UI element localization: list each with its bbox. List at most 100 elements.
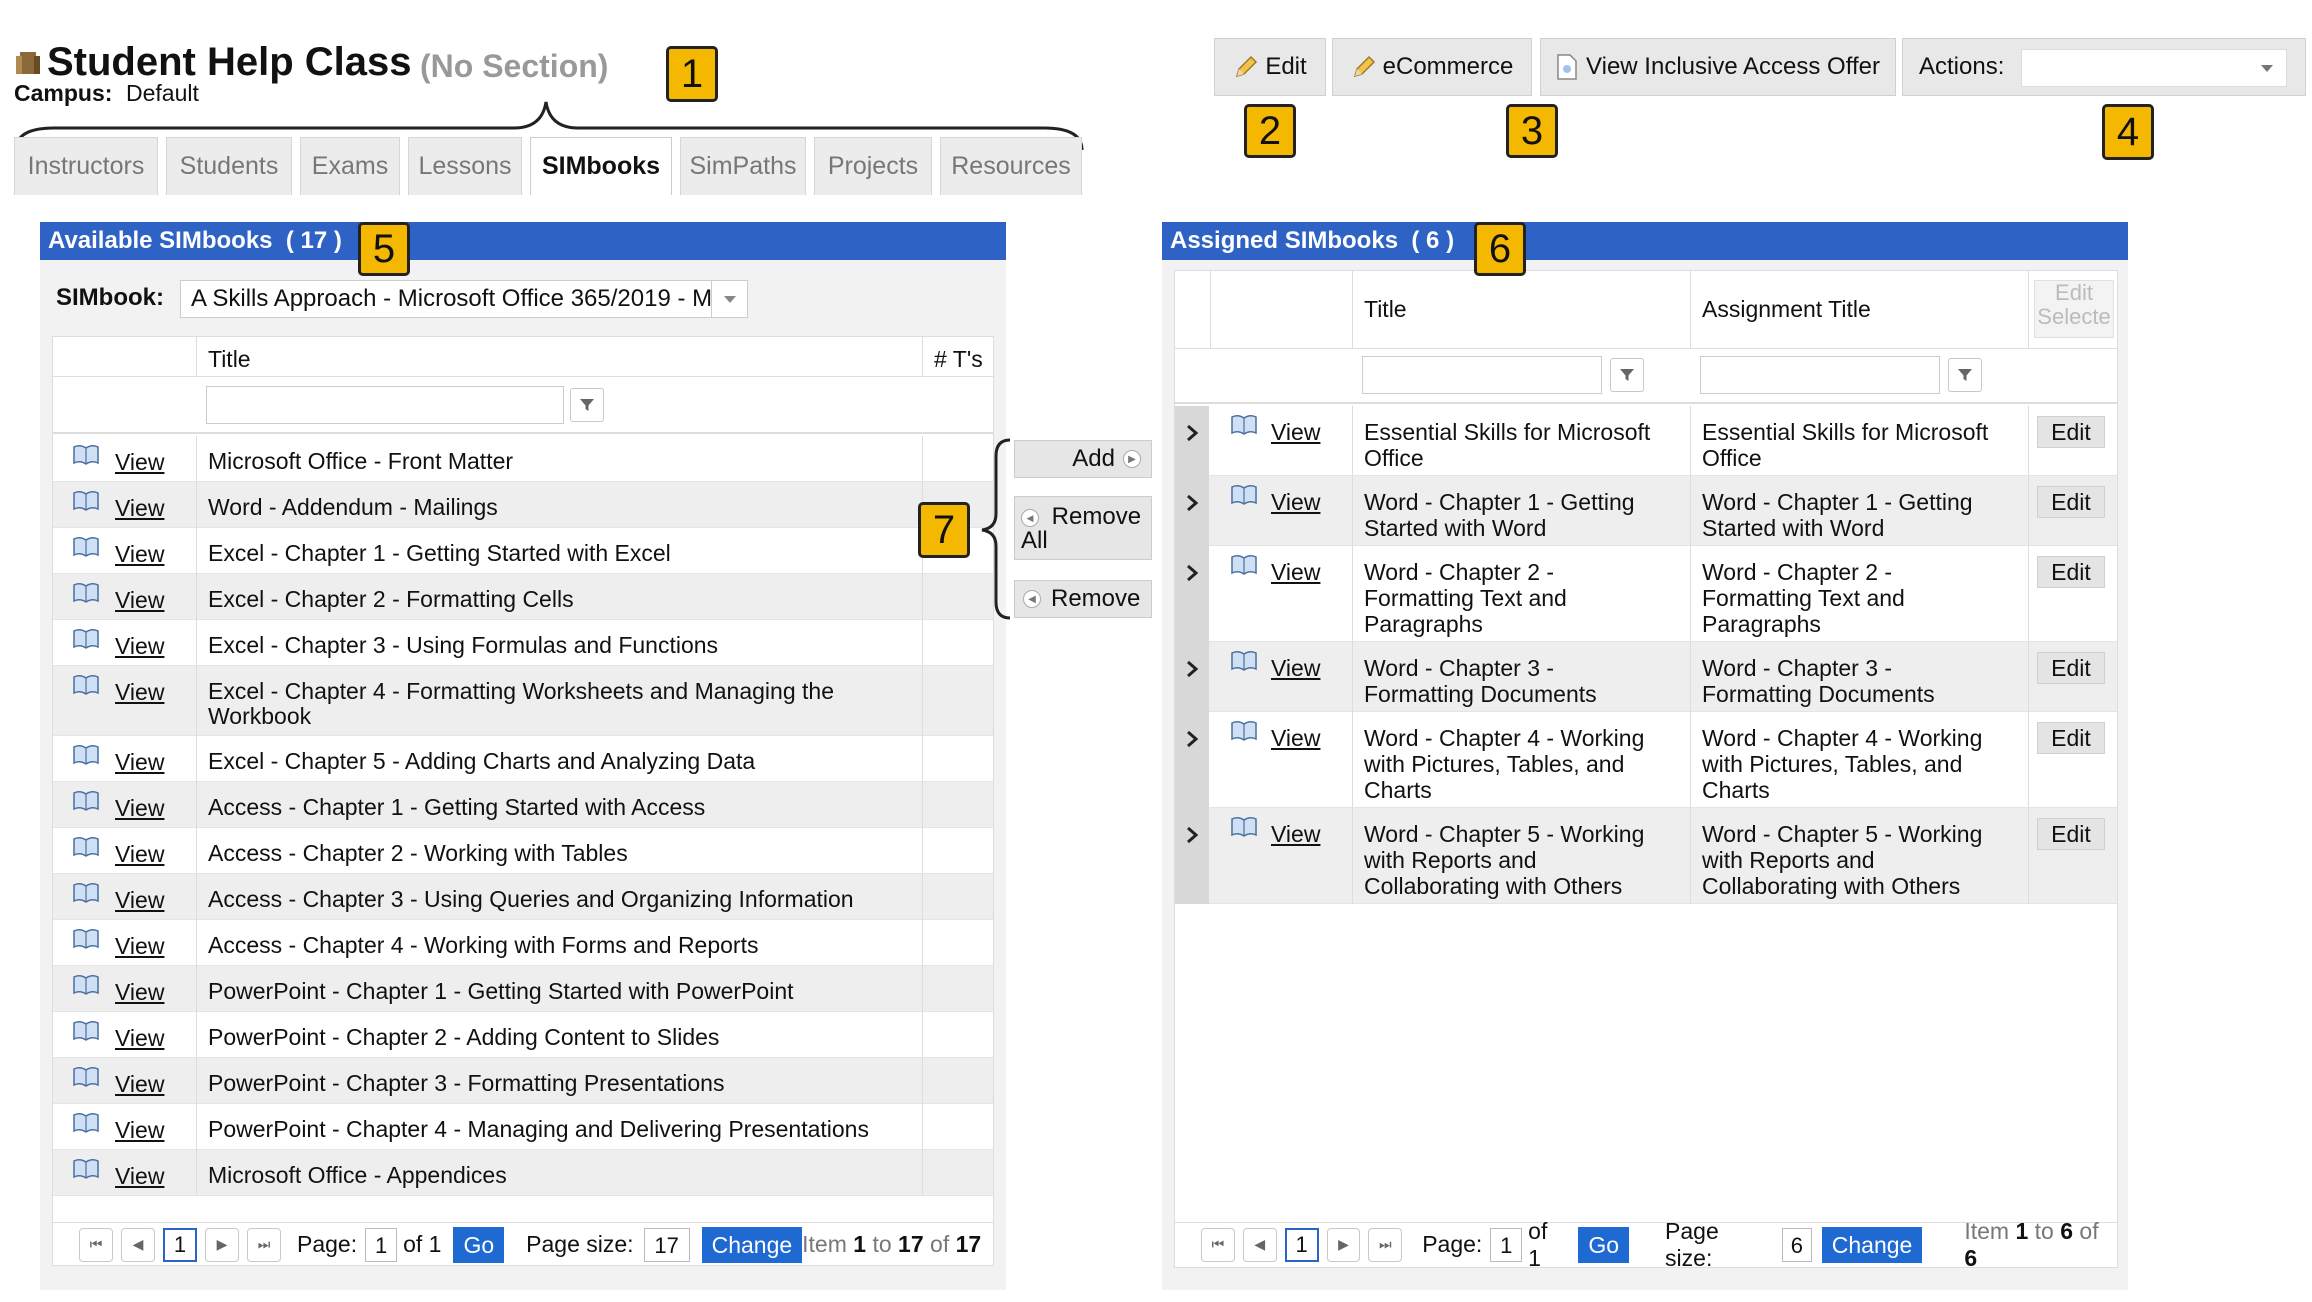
add-button[interactable]: Add ▶	[1014, 440, 1152, 478]
page-input[interactable]: 1	[365, 1227, 398, 1262]
page-number-current[interactable]: 1	[163, 1227, 197, 1262]
view-link[interactable]: View	[1271, 655, 1320, 682]
page-input[interactable]: 1	[1490, 1227, 1523, 1262]
table-row[interactable]: View Word - Chapter 1 - Getting Started wi…	[1175, 476, 2117, 546]
view-link[interactable]: View	[115, 495, 164, 522]
table-row[interactable]: View Essential Skills for Microsoft Office…	[1175, 406, 2117, 476]
edit-button[interactable]: Edit	[1214, 38, 1326, 96]
view-link[interactable]: View	[115, 587, 164, 614]
expand-row-button[interactable]	[1175, 712, 1209, 808]
expand-row-button[interactable]	[1175, 406, 1209, 476]
next-page-button[interactable]: ▶	[205, 1227, 239, 1262]
view-link[interactable]: View	[115, 541, 164, 568]
view-link[interactable]: View	[1271, 419, 1320, 446]
remove-all-button[interactable]: ◀ Remove All	[1014, 496, 1152, 560]
edit-row-button[interactable]: Edit	[2037, 818, 2105, 850]
edit-row-button[interactable]: Edit	[2037, 722, 2105, 754]
table-row[interactable]: View Microsoft Office - Appendices	[53, 1150, 993, 1196]
view-link[interactable]: View	[115, 1163, 164, 1190]
table-row[interactable]: View Access - Chapter 2 - Working with Ta…	[53, 828, 993, 874]
filter-icon[interactable]	[1948, 358, 1982, 392]
tab-students[interactable]: Students	[166, 137, 292, 195]
view-link[interactable]: View	[115, 1025, 164, 1052]
view-link[interactable]: View	[115, 1071, 164, 1098]
table-row[interactable]: View Excel - Chapter 4 - Formatting Works…	[53, 666, 993, 736]
view-link[interactable]: View	[115, 979, 164, 1006]
go-button[interactable]: Go	[453, 1226, 505, 1263]
page-number-current[interactable]: 1	[1284, 1227, 1319, 1262]
view-link[interactable]: View	[1271, 725, 1320, 752]
prev-page-button[interactable]: ◀	[121, 1227, 155, 1262]
table-row[interactable]: View Word - Chapter 4 - Working with Pictu…	[1175, 712, 2117, 808]
view-link[interactable]: View	[1271, 821, 1320, 848]
tab-projects[interactable]: Projects	[814, 137, 932, 195]
expand-row-button[interactable]	[1175, 642, 1209, 712]
filter-icon[interactable]	[570, 388, 604, 422]
table-row[interactable]: View Excel - Chapter 1 - Getting Started …	[53, 528, 993, 574]
last-page-button[interactable]: ⏭	[1368, 1227, 1403, 1262]
next-page-button[interactable]: ▶	[1326, 1227, 1361, 1262]
view-link[interactable]: View	[1271, 489, 1320, 516]
edit-row-button[interactable]: Edit	[2037, 556, 2105, 588]
remove-button[interactable]: ◀ Remove	[1014, 580, 1152, 618]
change-button[interactable]: Change	[1821, 1226, 1923, 1263]
tab-lessons[interactable]: Lessons	[408, 137, 522, 195]
table-row[interactable]: View Access - Chapter 1 - Getting Started…	[53, 782, 993, 828]
view-inclusive-access-offer-button[interactable]: View Inclusive Access Offer	[1540, 38, 1896, 96]
title-filter-input[interactable]	[206, 386, 564, 424]
change-button[interactable]: Change	[701, 1226, 803, 1263]
table-row[interactable]: View Word - Chapter 5 - Working with Repor…	[1175, 808, 2117, 904]
table-row[interactable]: View Word - Addendum - Mailings	[53, 482, 993, 528]
page-size-input[interactable]: 17	[643, 1227, 690, 1262]
assignment-title-filter-input[interactable]	[1700, 356, 1940, 394]
table-row[interactable]: View Excel - Chapter 2 - Formatting Cells	[53, 574, 993, 620]
filter-icon[interactable]	[1610, 358, 1644, 392]
table-row[interactable]: View PowerPoint - Chapter 3 - Formatting …	[53, 1058, 993, 1104]
tab-simbooks[interactable]: SIMbooks	[530, 137, 672, 195]
first-page-button[interactable]: ⏮	[1201, 1227, 1235, 1262]
assigned-title-filter-input[interactable]	[1362, 356, 1602, 394]
prev-page-button[interactable]: ◀	[1242, 1227, 1277, 1262]
view-link[interactable]: View	[115, 841, 164, 868]
table-row[interactable]: View Access - Chapter 3 - Using Queries a…	[53, 874, 993, 920]
view-link[interactable]: View	[115, 1117, 164, 1144]
expand-row-button[interactable]	[1175, 546, 1209, 642]
tab-simpaths[interactable]: SimPaths	[680, 137, 806, 195]
view-link[interactable]: View	[1271, 559, 1320, 586]
simbook-select-toggle[interactable]	[711, 281, 747, 317]
first-page-button[interactable]: ⏮	[79, 1227, 113, 1262]
table-row[interactable]: View Access - Chapter 4 - Working with Fo…	[53, 920, 993, 966]
view-link[interactable]: View	[115, 933, 164, 960]
view-link[interactable]: View	[115, 449, 164, 476]
table-row[interactable]: View PowerPoint - Chapter 2 - Adding Cont…	[53, 1012, 993, 1058]
callout-7: 7	[918, 502, 970, 558]
view-link[interactable]: View	[115, 749, 164, 776]
table-row[interactable]: View PowerPoint - Chapter 4 - Managing an…	[53, 1104, 993, 1150]
expand-row-button[interactable]	[1175, 476, 1209, 546]
ecommerce-button[interactable]: eCommerce	[1332, 38, 1532, 96]
table-row[interactable]: View Excel - Chapter 3 - Using Formulas a…	[53, 620, 993, 666]
edit-row-button[interactable]: Edit	[2037, 416, 2105, 448]
table-row[interactable]: View Excel - Chapter 5 - Adding Charts an…	[53, 736, 993, 782]
item-to-label: to	[872, 1231, 892, 1257]
view-link[interactable]: View	[115, 679, 164, 706]
table-row[interactable]: View PowerPoint - Chapter 1 - Getting Sta…	[53, 966, 993, 1012]
view-link[interactable]: View	[115, 795, 164, 822]
edit-row-button[interactable]: Edit	[2037, 486, 2105, 518]
last-page-button[interactable]: ⏭	[247, 1227, 281, 1262]
go-button[interactable]: Go	[1578, 1226, 1630, 1263]
edit-selected-button[interactable]: Edit Selecte	[2034, 280, 2114, 338]
table-row[interactable]: View Word - Chapter 3 - Formatting Documen…	[1175, 642, 2117, 712]
view-link[interactable]: View	[115, 633, 164, 660]
table-row[interactable]: View Microsoft Office - Front Matter	[53, 436, 993, 482]
expand-row-button[interactable]	[1175, 808, 1209, 904]
page-size-input[interactable]: 6	[1781, 1227, 1812, 1262]
tab-instructors[interactable]: Instructors	[14, 137, 158, 195]
edit-row-button[interactable]: Edit	[2037, 652, 2105, 684]
tab-exams[interactable]: Exams	[300, 137, 400, 195]
table-row[interactable]: View Word - Chapter 2 - Formatting Text an…	[1175, 546, 2117, 642]
view-link[interactable]: View	[115, 887, 164, 914]
tab-resources[interactable]: Resources	[940, 137, 1082, 195]
simbook-select[interactable]: A Skills Approach - Microsoft Office 365…	[180, 280, 748, 318]
actions-dropdown[interactable]	[2021, 49, 2287, 87]
